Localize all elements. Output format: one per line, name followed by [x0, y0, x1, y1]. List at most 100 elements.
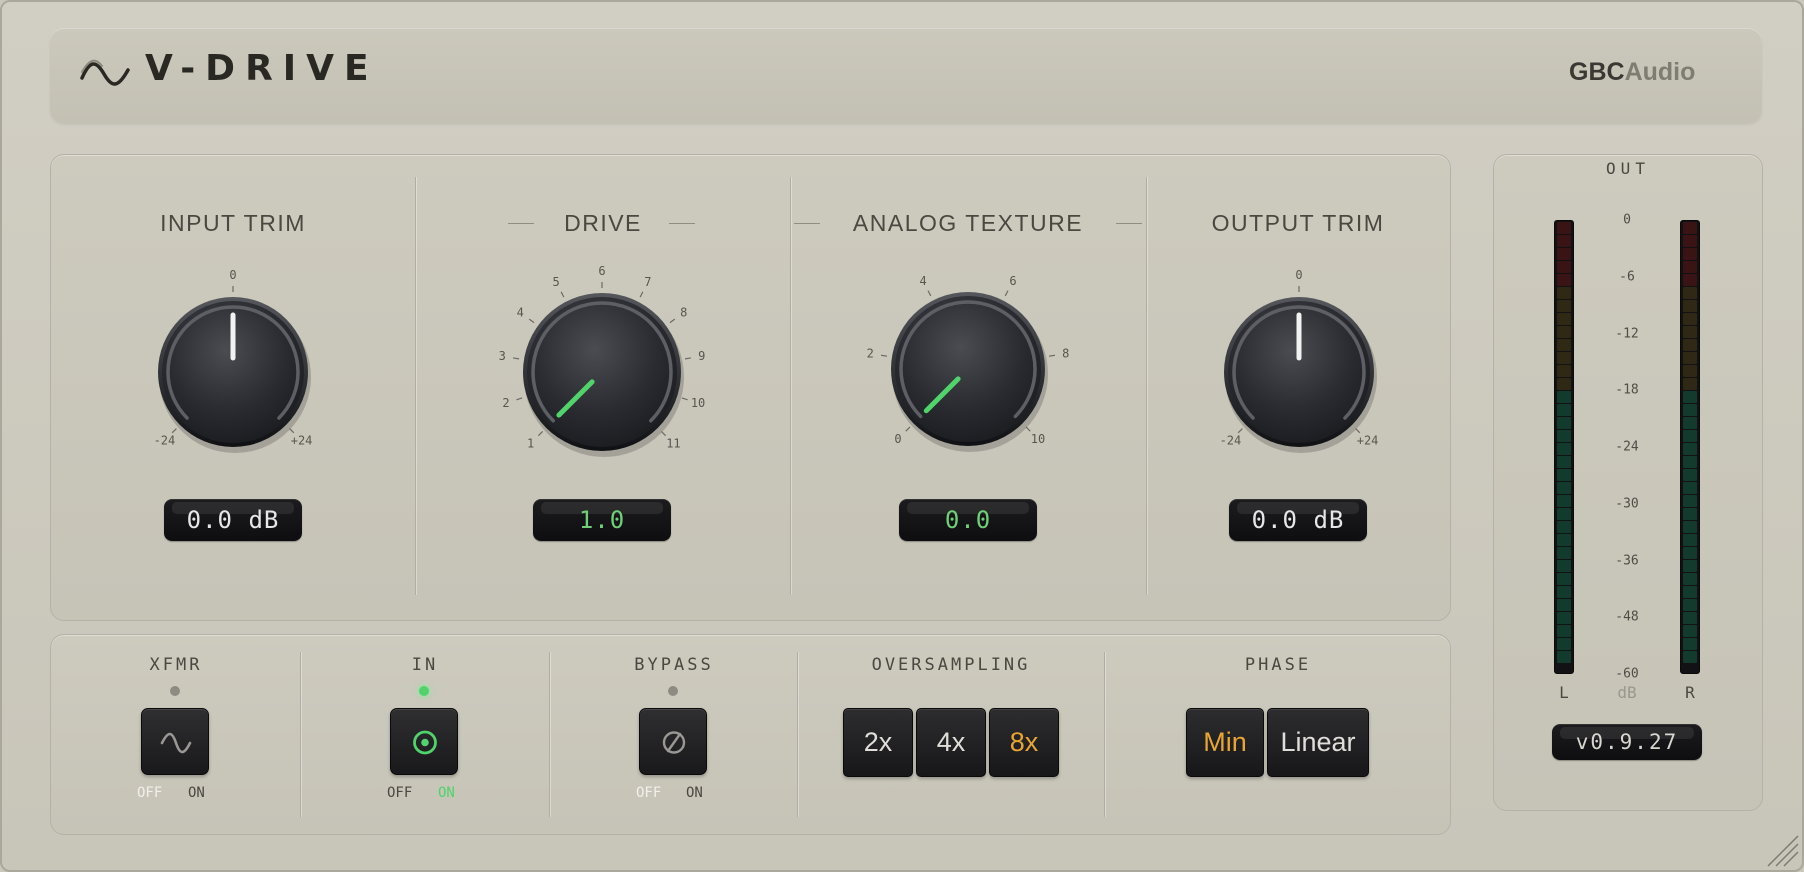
- meter-segment: [1683, 391, 1697, 403]
- meter-segment: [1557, 469, 1571, 481]
- analog-texture-value: 0.0: [944, 506, 992, 534]
- output-trim-value: 0.0 dB: [1251, 506, 1345, 534]
- meter-segment: [1683, 261, 1697, 273]
- analog-texture-display[interactable]: 0.0: [899, 499, 1037, 541]
- phase-linear-button[interactable]: Linear: [1267, 708, 1369, 777]
- meter-segment: [1557, 404, 1571, 416]
- bypass-off-label: OFF: [636, 785, 662, 801]
- sine-wave-icon: [80, 59, 130, 86]
- divider: [790, 177, 791, 595]
- knob-tick: [684, 357, 691, 360]
- meter-segment: [1683, 326, 1697, 338]
- bypass-slash-icon: [662, 731, 686, 754]
- meter-segment: [1683, 573, 1697, 585]
- phase-min-button[interactable]: Min: [1186, 708, 1264, 777]
- knob-tick: [905, 426, 911, 432]
- output-meter-panel: [1493, 154, 1763, 811]
- sine-wave-icon: [160, 732, 192, 754]
- knob-tick: [171, 428, 177, 434]
- in-button[interactable]: [390, 708, 458, 775]
- meter-segment: [1683, 495, 1697, 507]
- meter-segment: [1557, 274, 1571, 286]
- meter-segment: [1683, 339, 1697, 351]
- meter-segment: [1557, 313, 1571, 325]
- knob-scale-label: 3: [499, 349, 506, 363]
- meter-segment: [1683, 534, 1697, 546]
- meter-segment: [1683, 638, 1697, 650]
- input-trim-display[interactable]: 0.0 dB: [164, 499, 302, 541]
- output-trim-knob[interactable]: -24 0 +24: [1199, 252, 1399, 462]
- meter-segment: [1683, 248, 1697, 260]
- knob-scale-label: 10: [691, 396, 705, 410]
- xfmr-led: [170, 686, 180, 696]
- resize-handle[interactable]: [1762, 830, 1800, 868]
- meter-right-label: R: [1685, 683, 1695, 702]
- knob-tick: [1004, 290, 1009, 297]
- meter-segment: [1683, 599, 1697, 611]
- drive-value: 1.0: [578, 506, 626, 534]
- bypass-led: [668, 686, 678, 696]
- drive-display[interactable]: 1.0: [533, 499, 671, 541]
- knob-scale-label: 6: [598, 264, 605, 278]
- bypass-button[interactable]: [639, 708, 707, 775]
- knob-tick: [537, 430, 544, 437]
- knob-tick: [513, 357, 520, 360]
- meter-segment: [1683, 365, 1697, 377]
- xfmr-off-label: OFF: [137, 785, 163, 801]
- in-off-label: OFF: [387, 785, 413, 801]
- knob-tick: [880, 354, 888, 357]
- meter-segment: [1557, 352, 1571, 364]
- knob-tick: [1025, 426, 1031, 432]
- meter-segment: [1683, 456, 1697, 468]
- meter-segment: [1557, 326, 1571, 338]
- in-led: [419, 686, 429, 696]
- oversampling-2x-button[interactable]: 2x: [843, 708, 913, 777]
- knob-scale-label: 2: [867, 347, 874, 361]
- oversampling-label: OVERSAMPLING: [871, 655, 1031, 675]
- meter-segment: [1557, 235, 1571, 247]
- meter-tick-label: -36: [1615, 553, 1639, 568]
- knob-tick: [1237, 428, 1243, 434]
- meter-segment: [1557, 651, 1571, 663]
- meter-segment: [1557, 365, 1571, 377]
- input-trim-knob[interactable]: -24 0 +24: [133, 252, 333, 462]
- knob-scale-label: 4: [919, 274, 926, 288]
- divider: [415, 177, 416, 595]
- bypass-label: BYPASS: [634, 655, 714, 675]
- meter-segment: [1557, 625, 1571, 637]
- meter-left-label: L: [1559, 683, 1569, 702]
- meter-segment: [1683, 651, 1697, 663]
- knob-tick: [639, 291, 644, 298]
- meter-segment: [1683, 274, 1697, 286]
- meter-tick-label: -60: [1615, 666, 1639, 682]
- label-dash: [508, 223, 534, 224]
- knob-scale-label: 5: [553, 275, 560, 289]
- xfmr-button[interactable]: [141, 708, 209, 775]
- output-trim-display[interactable]: 0.0 dB: [1229, 499, 1367, 541]
- meter-segment: [1683, 625, 1697, 637]
- oversampling-4x-button[interactable]: 4x: [916, 708, 986, 777]
- meter-tick-label: -30: [1615, 496, 1639, 512]
- analog-texture-knob[interactable]: 0 2 4 6 8 10: [858, 264, 1078, 464]
- knob-scale-label: 8: [680, 306, 687, 320]
- brand-logo: GBCAudio: [1569, 58, 1695, 87]
- knob-scale-label: +24: [1357, 434, 1379, 448]
- meter-segment: [1557, 248, 1571, 260]
- in-on-label: ON: [438, 785, 455, 801]
- output-trim-label: OUTPUT TRIM: [1211, 210, 1385, 236]
- meter-segment: [1683, 430, 1697, 442]
- meter-segment: [1557, 573, 1571, 585]
- meter-tick-label: -18: [1615, 382, 1639, 398]
- meter-segment: [1557, 300, 1571, 312]
- meter-segment: [1683, 443, 1697, 455]
- knob-scale-label: 6: [1009, 274, 1016, 288]
- meter-segment: [1683, 612, 1697, 624]
- meter-segment: [1557, 222, 1571, 234]
- meter-segment: [1557, 482, 1571, 494]
- drive-knob[interactable]: 1 2 3 4 5 6 7 8 9 10 11: [492, 252, 712, 472]
- meter-tick-label: -48: [1615, 609, 1639, 625]
- divider: [300, 652, 301, 817]
- oversampling-8x-button[interactable]: 8x: [989, 708, 1059, 777]
- label-dash: [669, 223, 695, 224]
- knob-scale-label: -24: [154, 434, 176, 448]
